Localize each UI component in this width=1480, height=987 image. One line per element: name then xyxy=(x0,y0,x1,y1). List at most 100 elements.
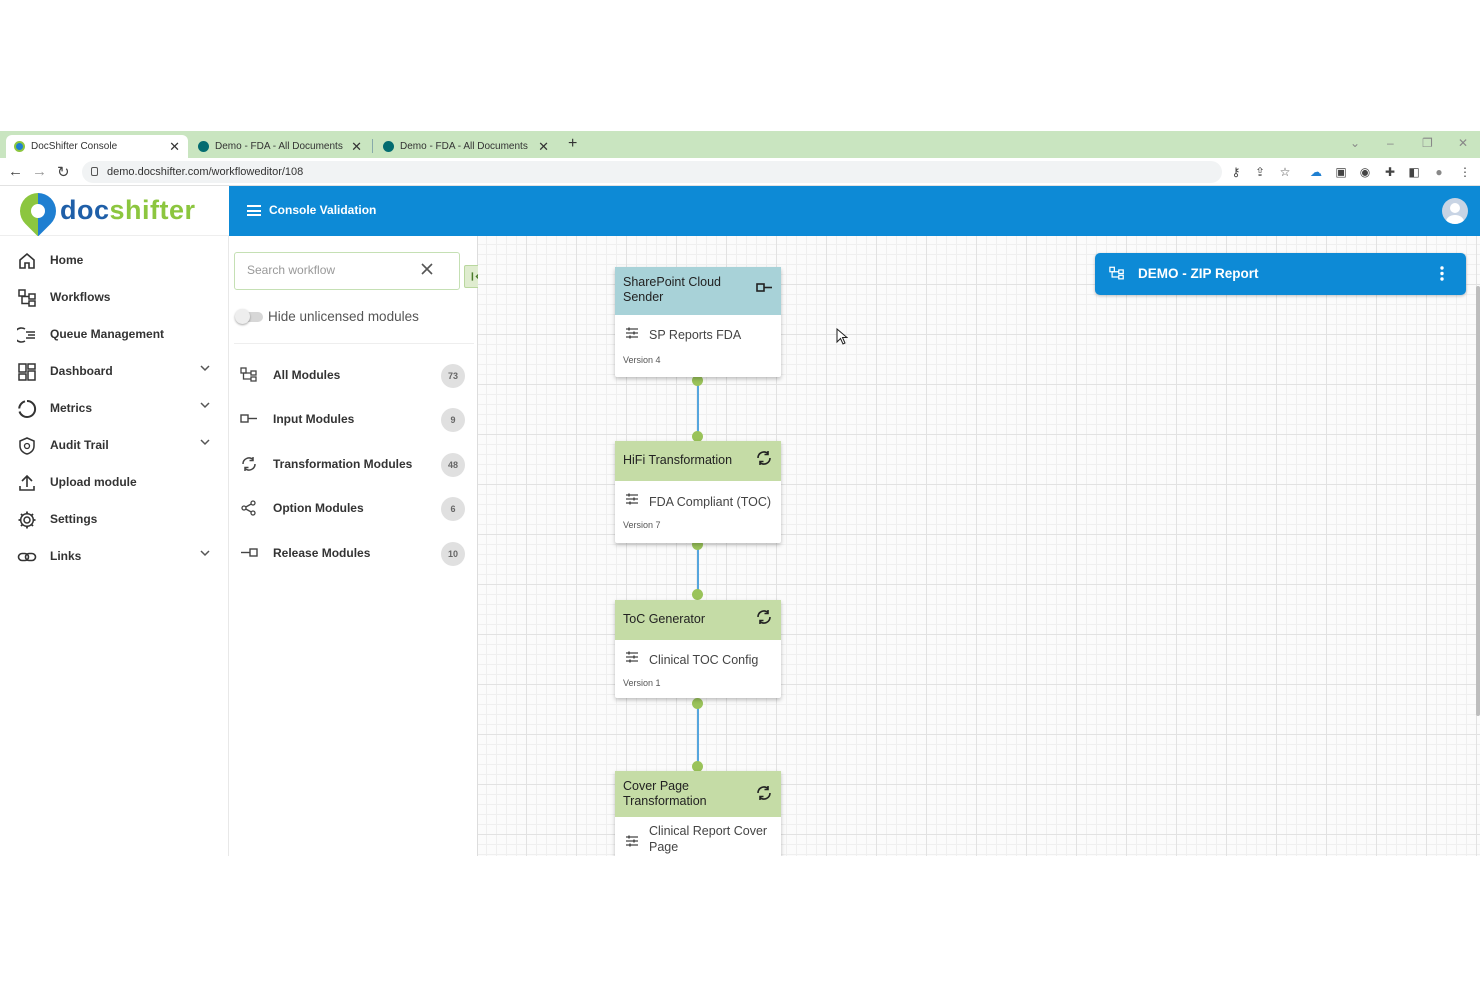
output-port[interactable] xyxy=(692,698,703,709)
sidebar-item-label: Home xyxy=(50,253,84,267)
workflow-node[interactable]: Cover Page Transformation Clinical Repor… xyxy=(615,771,781,856)
logo[interactable]: docshifter xyxy=(0,185,229,236)
browser-tab-fda-documents-2[interactable]: Demo - FDA - All Documents ✕ xyxy=(375,135,557,158)
workflow-canvas[interactable]: SharePoint Cloud Sender SP Reports FDA V… xyxy=(478,236,1480,856)
browser-tab-fda-documents-1[interactable]: Demo - FDA - All Documents ✕ xyxy=(190,135,370,158)
input-module-icon xyxy=(756,283,772,292)
close-tab-icon[interactable]: ✕ xyxy=(351,139,362,155)
node-config: FDA Compliant (TOC) xyxy=(649,495,772,509)
shield-icon xyxy=(19,437,35,455)
chevron-down-icon[interactable] xyxy=(199,547,211,559)
module-category-option[interactable]: Option Modules 6 xyxy=(229,489,477,527)
node-header[interactable]: HiFi Transformation xyxy=(615,441,781,481)
workflow-node[interactable]: HiFi Transformation FDA Compliant (TOC) … xyxy=(615,441,781,543)
reload-icon[interactable]: ↻ xyxy=(57,163,70,181)
sidebar-item-upload-module[interactable]: Upload module xyxy=(0,464,229,501)
profile-icon[interactable]: ● xyxy=(1432,165,1446,179)
workflow-title-card[interactable]: DEMO - ZIP Report xyxy=(1095,253,1466,295)
node-body[interactable]: Clinical Report Cover Page xyxy=(615,817,781,856)
chevron-down-icon[interactable] xyxy=(199,362,211,374)
logo-suffix: shifter xyxy=(109,195,196,225)
node-body[interactable]: Clinical TOC Config Version 1 xyxy=(615,640,781,698)
sidebar-item-dashboard[interactable]: Dashboard xyxy=(0,353,229,390)
home-icon xyxy=(19,252,35,269)
node-header[interactable]: SharePoint Cloud Sender xyxy=(615,267,781,315)
avatar[interactable] xyxy=(1442,198,1468,224)
more-options-icon[interactable] xyxy=(1440,266,1444,281)
module-category-release[interactable]: Release Modules 10 xyxy=(229,534,477,572)
module-category-label: Transformation Modules xyxy=(273,457,413,471)
forward-arrow-icon[interactable]: → xyxy=(32,163,47,180)
close-tab-icon[interactable]: ✕ xyxy=(538,139,549,155)
docshifter-favicon-icon xyxy=(14,141,25,152)
sidebar-item-links[interactable]: Links xyxy=(0,538,229,575)
count-badge: 73 xyxy=(441,364,465,388)
share-page-icon[interactable]: ⇪ xyxy=(1253,165,1267,179)
node-body[interactable]: SP Reports FDA Version 4 xyxy=(615,315,781,377)
transform-icon xyxy=(757,451,771,465)
sidebar-item-settings[interactable]: Settings xyxy=(0,501,229,538)
module-category-all[interactable]: All Modules 73 xyxy=(229,356,477,394)
puzzle-extensions-icon[interactable]: ✚ xyxy=(1383,165,1397,179)
workflow-node[interactable]: SharePoint Cloud Sender SP Reports FDA V… xyxy=(615,267,781,377)
node-body[interactable]: FDA Compliant (TOC) Version 7 xyxy=(615,481,781,543)
sidebar-item-label: Queue Management xyxy=(50,327,165,341)
key-icon[interactable]: ⚷ xyxy=(1229,165,1243,179)
sidebar-item-workflows[interactable]: Workflows xyxy=(0,279,229,316)
logo-wordmark: docshifter xyxy=(60,195,196,226)
restore-icon[interactable]: ❐ xyxy=(1422,136,1433,150)
sidebar-item-label: Workflows xyxy=(50,290,111,304)
minimize-icon[interactable]: – xyxy=(1387,136,1394,150)
module-category-transformation[interactable]: Transformation Modules 48 xyxy=(229,445,477,483)
side-panel-icon[interactable]: ◧ xyxy=(1407,165,1421,179)
sharepoint-favicon-icon xyxy=(198,141,209,152)
sidebar-item-home[interactable]: Home xyxy=(0,242,229,279)
input-port[interactable] xyxy=(692,589,703,600)
module-category-input[interactable]: Input Modules 9 xyxy=(229,400,477,438)
sidebar-item-label: Metrics xyxy=(50,401,93,415)
sidebar-item-audit-trail[interactable]: Audit Trail xyxy=(0,427,229,464)
gear-icon xyxy=(18,511,36,529)
sidebar-item-label: Dashboard xyxy=(50,364,113,378)
browser-menu-icon[interactable]: ⋮ xyxy=(1458,165,1472,179)
node-version: Version 7 xyxy=(623,520,661,530)
close-tab-icon[interactable]: ✕ xyxy=(169,139,180,155)
screenshot-extension-icon[interactable]: ▣ xyxy=(1334,165,1348,179)
tab-title: DocShifter Console xyxy=(31,141,118,152)
back-arrow-icon[interactable]: ← xyxy=(8,163,23,180)
node-connector xyxy=(697,380,699,436)
browser-tab-docshifter-console[interactable]: DocShifter Console ✕ xyxy=(6,135,188,158)
new-tab-button[interactable]: + xyxy=(568,135,577,153)
node-connector xyxy=(697,544,699,594)
node-config: SP Reports FDA xyxy=(649,328,742,342)
sidebar-item-queue-management[interactable]: Queue Management xyxy=(0,316,229,353)
link-icon xyxy=(17,552,37,562)
sidebar-item-metrics[interactable]: Metrics xyxy=(0,390,229,427)
metrics-icon xyxy=(18,399,37,418)
window-close-icon[interactable]: ✕ xyxy=(1458,136,1468,150)
browser-address-bar: ← → ↻ demo.docshifter.com/workfloweditor… xyxy=(0,158,1480,186)
chevron-down-icon[interactable] xyxy=(199,399,211,411)
chevron-down-icon[interactable] xyxy=(199,436,211,448)
node-header[interactable]: ToC Generator xyxy=(615,600,781,640)
settings-sliders-icon xyxy=(626,651,638,663)
vertical-scrollbar[interactable] xyxy=(1476,286,1480,716)
cloud-extension-icon[interactable]: ☁ xyxy=(1309,165,1323,179)
hamburger-menu-icon[interactable] xyxy=(247,205,261,216)
workflow-node[interactable]: ToC Generator Clinical TOC Config Versio… xyxy=(615,600,781,698)
url-field[interactable]: demo.docshifter.com/workfloweditor/108 xyxy=(82,161,1222,183)
star-bookmark-icon[interactable]: ☆ xyxy=(1278,165,1292,179)
sidebar-item-label: Settings xyxy=(50,512,98,526)
tab-separator xyxy=(372,139,373,153)
extension-badge-icon[interactable]: ◉ xyxy=(1358,165,1372,179)
tab-search-icon[interactable]: ⌄ xyxy=(1350,136,1360,150)
lock-icon xyxy=(91,167,98,176)
page-title: Console Validation xyxy=(269,203,377,217)
toggle-switch[interactable] xyxy=(235,309,263,324)
settings-sliders-icon xyxy=(626,835,638,847)
close-icon[interactable] xyxy=(419,261,435,277)
node-header[interactable]: Cover Page Transformation xyxy=(615,771,781,817)
node-version: Version 1 xyxy=(623,678,661,688)
dashboard-icon xyxy=(18,363,36,381)
url-text: demo.docshifter.com/workfloweditor/108 xyxy=(107,166,304,178)
